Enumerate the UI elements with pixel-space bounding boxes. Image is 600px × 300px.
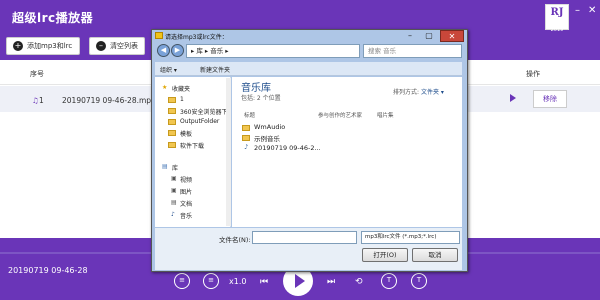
folder-icon [168,96,176,103]
add-files-label: 添加mp3和lrc [27,42,73,50]
now-playing-title: 20190719 09-46-28 [8,266,88,275]
next-icon[interactable]: ⏭ [327,277,335,287]
document-icon: ▤ [171,199,177,206]
close-button[interactable]: ✕ [588,5,596,16]
open-button[interactable]: 打开(O) [362,248,408,262]
header-action: 操作 [526,70,540,78]
t-minus-icon[interactable]: T [381,273,397,289]
folder-icon [242,123,250,132]
cancel-button[interactable]: 取消 [412,248,458,262]
organize-menu[interactable]: 组织 ▾ [160,65,177,74]
search-input[interactable]: 搜索 音乐 [363,44,462,58]
arrange-by-dropdown[interactable]: 文件夹 ▾ [421,89,444,96]
nav-item-downloads[interactable]: 软件下载 [180,141,204,150]
column-artists[interactable]: 参与创作的艺术家 [318,111,362,119]
library-subtitle: 包括: 2 个位置 [241,95,281,102]
clear-list-label: 清空列表 [110,42,138,50]
speed-indicator[interactable]: x1.0 [229,277,246,286]
dialog-title: 请选择mp3或lrc文件： [165,34,228,41]
dialog-folder-icon [155,32,163,39]
audio-file-icon: ♪ [244,143,249,151]
previous-icon[interactable]: ⏮ [260,277,268,287]
library-title: 音乐库 [241,83,271,94]
filename-label: 文件名(N): [219,236,251,244]
row-index: 1 [39,96,44,105]
nav-documents[interactable]: 文档 [180,199,192,208]
nav-item-output[interactable]: OutputFolder [180,118,219,125]
forward-icon[interactable]: ▶ [171,44,184,57]
favorites-star-icon: ★ [162,84,168,91]
nav-item-templates[interactable]: 模板 [180,129,192,138]
folder-icon [168,118,176,125]
address-bar[interactable]: ▸ 库 ▸ 音乐 ▸ [186,44,360,58]
t-plus-icon[interactable]: T [411,273,427,289]
play-icon [295,274,305,288]
remove-button[interactable]: 移除 [533,90,567,108]
nav-item-360[interactable]: 360安全浏览器下 [180,107,227,116]
library-icon: ▤ [162,163,168,170]
add-files-button[interactable]: + 添加mp3和lrc [6,37,80,55]
video-icon: ▣ [171,175,177,182]
music-icon: ♫ [32,96,39,105]
repeat-icon[interactable]: ⟲ [355,277,363,287]
row-filename: 20190719 09-46-28.mp3 [62,96,156,105]
folder-icon [242,133,250,142]
nav-item-1[interactable]: 1 [180,96,184,103]
lyrics-back-icon[interactable]: ≡ [174,273,190,289]
column-title[interactable]: 标题 [244,111,255,119]
dialog-maximize-icon[interactable]: ▢ [420,30,438,42]
nav-music[interactable]: 音乐 [180,211,192,220]
header-index: 序号 [30,70,44,78]
minus-icon: – [96,41,106,51]
folder-icon [168,141,176,148]
filename-input[interactable] [252,231,357,244]
picture-icon: ▣ [171,187,177,194]
arrange-by-label: 排列方式: 文件夹 ▾ [393,87,444,96]
dialog-close-button[interactable]: ✕ [440,30,464,42]
column-album[interactable]: 唱片集 [377,111,394,119]
nav-pictures[interactable]: 图片 [180,187,192,196]
nav-libraries[interactable]: 库 [172,163,178,172]
file-item[interactable]: 20190719 09-46-2... [254,144,321,152]
row-play-icon[interactable] [510,94,516,102]
app-title: 超级lrc播放器 [12,11,94,25]
minimize-button[interactable]: – [575,5,580,16]
dialog-minimize-icon[interactable]: – [401,30,419,42]
nav-scrollbar[interactable] [226,78,231,226]
lyrics-forward-icon[interactable]: ≡ [203,273,219,289]
new-folder-button[interactable]: 新建文件夹 [200,65,230,74]
folder-icon [168,129,176,136]
filetype-select[interactable]: mp3和lrc文件 (*.mp3;*.lrc) [361,231,460,244]
nav-favorites[interactable]: 收藏夹 [172,84,190,93]
file-item[interactable]: WmAudio [254,123,285,131]
navigation-pane [155,77,231,227]
clear-list-button[interactable]: – 清空列表 [89,37,145,55]
back-icon[interactable]: ◀ [157,44,170,57]
music-note-icon: ♪ [171,211,175,218]
folder-icon [168,107,176,114]
add-icon: + [13,41,23,51]
nav-videos[interactable]: 视频 [180,175,192,184]
file-item[interactable]: 示例音乐 [254,133,280,143]
arrange-label-text: 排列方式: [393,89,420,96]
